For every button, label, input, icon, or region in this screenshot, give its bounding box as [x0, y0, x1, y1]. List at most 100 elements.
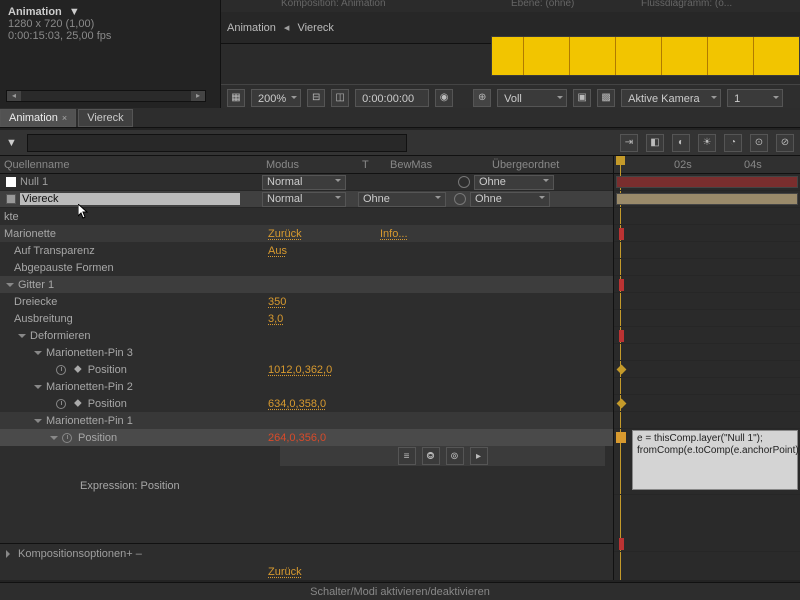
- mode-dropdown[interactable]: Normal: [262, 175, 346, 190]
- stopwatch-icon[interactable]: [62, 433, 72, 443]
- prop-position[interactable]: Position: [82, 398, 127, 410]
- markers-icon[interactable]: ⊘: [776, 134, 794, 152]
- search-input[interactable]: [27, 134, 407, 152]
- scroll-left-icon[interactable]: ◂: [7, 91, 21, 101]
- color-swatch[interactable]: [6, 194, 16, 204]
- snapshot-icon[interactable]: ◉: [435, 89, 453, 107]
- comp-title[interactable]: Animation: [8, 6, 62, 18]
- prop-extent[interactable]: Ausbreitung: [0, 313, 73, 325]
- prop-effects-trunc[interactable]: kte: [0, 211, 19, 223]
- prop-pin1[interactable]: Marionetten-Pin 1: [42, 415, 133, 427]
- panel-tab-ebene[interactable]: Ebene: (ohne): [511, 0, 574, 9]
- keyframe-icon[interactable]: [617, 399, 627, 409]
- twirl-icon[interactable]: [34, 351, 42, 359]
- stopwatch-icon[interactable]: [56, 365, 66, 375]
- footer-toggle[interactable]: Schalter/Modi aktivieren/deaktivieren: [0, 582, 800, 600]
- scroll-right-icon[interactable]: ▸: [191, 91, 205, 101]
- prop-position[interactable]: Position: [82, 364, 127, 376]
- timecode-display[interactable]: 0:00:00:00: [355, 89, 429, 107]
- graph-icon[interactable]: ◔: [724, 134, 742, 152]
- crop-icon[interactable]: ⊟: [307, 89, 325, 107]
- transparency-icon[interactable]: ▩: [597, 89, 615, 107]
- grid-icon[interactable]: ▦: [227, 89, 245, 107]
- stopwatch-icon[interactable]: [56, 399, 66, 409]
- layer-bar-viereck[interactable]: [616, 193, 798, 205]
- comp-menu-arrow-icon[interactable]: ▼: [69, 6, 80, 18]
- col-trkmat[interactable]: BewMas: [386, 159, 488, 171]
- val-triangles[interactable]: 350: [268, 296, 286, 308]
- twirl-icon[interactable]: [6, 550, 14, 558]
- col-mode[interactable]: Modus: [262, 159, 358, 171]
- keyframe-icon[interactable]: [617, 365, 627, 375]
- expression-editor[interactable]: e = thisComp.layer("Null 1"); fromComp(e…: [632, 430, 798, 490]
- val-info[interactable]: Info...: [380, 228, 408, 240]
- camera-dropdown[interactable]: Aktive Kamera: [621, 89, 721, 107]
- prop-transparent[interactable]: Auf Transparenz: [0, 245, 95, 257]
- breadcrumb-1[interactable]: Animation: [227, 22, 276, 34]
- layer-name-selected[interactable]: Viereck: [20, 193, 240, 205]
- channel-icon[interactable]: ⊕: [473, 89, 491, 107]
- tab-viereck[interactable]: Viereck: [78, 109, 132, 127]
- keyframe-marker[interactable]: [619, 538, 624, 550]
- val-extent[interactable]: 3,0: [268, 313, 283, 325]
- prop-grid[interactable]: Gitter 1: [14, 279, 54, 291]
- twirl-icon[interactable]: [50, 436, 58, 444]
- panel-tab-fluss[interactable]: Flussdiagramm: (o...: [641, 0, 732, 9]
- layer-row-viereck[interactable]: Viereck Normal Ohne Ohne: [0, 191, 613, 208]
- panel-menu-icon[interactable]: ▼: [0, 137, 23, 149]
- twirl-icon[interactable]: [18, 334, 26, 342]
- frame-blend-icon[interactable]: ◧: [646, 134, 664, 152]
- views-dropdown[interactable]: 1 Ans...: [727, 89, 783, 107]
- panel-tab-komposition[interactable]: Komposition: Animation: [281, 0, 386, 9]
- roi-icon[interactable]: ▣: [573, 89, 591, 107]
- expr-graph-icon[interactable]: ⭗: [422, 447, 440, 465]
- tab-animation[interactable]: Animation×: [0, 109, 76, 127]
- resolution-dropdown[interactable]: Voll: [497, 89, 567, 107]
- prop-marionette[interactable]: Marionette: [0, 228, 56, 240]
- mask-icon[interactable]: ◫: [331, 89, 349, 107]
- keyframe-marker[interactable]: [619, 279, 624, 291]
- layer-name[interactable]: Null 1: [20, 176, 48, 188]
- motion-blur-icon[interactable]: ◐: [672, 134, 690, 152]
- val-transparent[interactable]: Aus: [268, 245, 287, 257]
- twirl-icon[interactable]: [6, 283, 14, 291]
- mode-dropdown[interactable]: Normal: [262, 192, 346, 207]
- color-swatch[interactable]: [6, 177, 16, 187]
- col-source[interactable]: Quellenname: [0, 159, 262, 171]
- close-icon[interactable]: ×: [62, 113, 67, 123]
- keyframe-marker[interactable]: [619, 330, 624, 342]
- expr-language-icon[interactable]: ▸: [470, 447, 488, 465]
- prop-triangles[interactable]: Dreiecke: [0, 296, 57, 308]
- val-komp[interactable]: Zurück: [268, 566, 302, 578]
- breadcrumb-2[interactable]: Viereck: [297, 22, 333, 34]
- twirl-icon[interactable]: [34, 419, 42, 427]
- val-pin3[interactable]: 1012,0,362,0: [268, 364, 332, 376]
- layer-bar-null[interactable]: [616, 176, 798, 188]
- layer-row-null1[interactable]: Null 1 Normal Ohne: [0, 174, 613, 191]
- col-parent[interactable]: Übergeordnet: [488, 159, 596, 171]
- pickwhip-icon[interactable]: [454, 193, 466, 205]
- keyframe-marker[interactable]: [619, 228, 624, 240]
- comp-plus-minus[interactable]: + –: [126, 548, 142, 560]
- comp-options-row[interactable]: Kompositionsoptionen + –: [0, 543, 613, 563]
- prop-position[interactable]: Position: [72, 432, 117, 444]
- parent-dropdown[interactable]: Ohne: [470, 192, 550, 207]
- trkmat-dropdown[interactable]: Ohne: [358, 192, 446, 207]
- shy-icon[interactable]: ⇥: [620, 134, 638, 152]
- val-pin1[interactable]: 264,0,356,0: [268, 432, 326, 444]
- expr-pickwhip-icon[interactable]: ⊚: [446, 447, 464, 465]
- val-pin2[interactable]: 634,0,358,0: [268, 398, 326, 410]
- prop-deform[interactable]: Deformieren: [26, 330, 91, 342]
- zoom-dropdown[interactable]: 200%: [251, 89, 301, 107]
- pickwhip-icon[interactable]: [458, 176, 470, 188]
- prop-pin2[interactable]: Marionetten-Pin 2: [42, 381, 133, 393]
- val-marionette[interactable]: Zurück: [268, 228, 302, 240]
- prop-pin3[interactable]: Marionetten-Pin 3: [42, 347, 133, 359]
- col-t[interactable]: T: [358, 159, 386, 171]
- time-ruler[interactable]: 02s 04s: [614, 156, 800, 174]
- parent-dropdown[interactable]: Ohne: [474, 175, 554, 190]
- brainstorm-icon[interactable]: ☀: [698, 134, 716, 152]
- expression-keyframe[interactable]: [616, 432, 626, 443]
- preview-thumbnail[interactable]: [491, 36, 800, 76]
- timeline-pane[interactable]: 02s 04s e = thisComp.layer("Null 1"); fr…: [614, 156, 800, 580]
